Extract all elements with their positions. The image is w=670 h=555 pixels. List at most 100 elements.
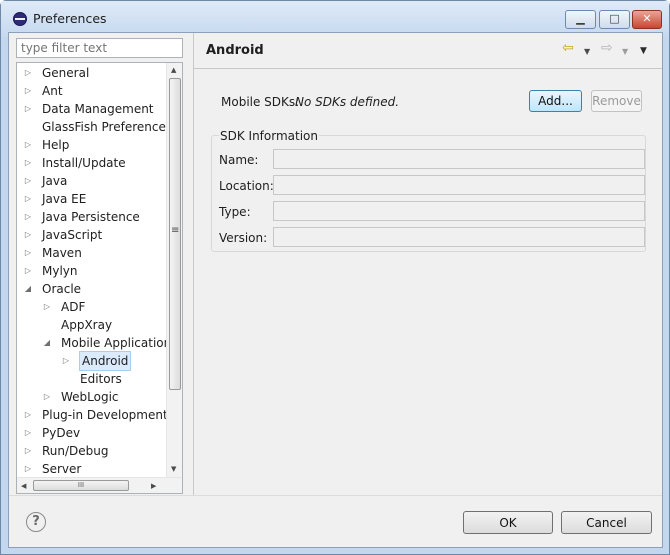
- location-label: Location:: [219, 179, 274, 193]
- tree-item[interactable]: ▷ Java: [17, 172, 167, 190]
- tree-vertical-scrollbar[interactable]: ▲ ≡ ▼: [166, 63, 182, 477]
- type-field[interactable]: [273, 201, 645, 221]
- collapsed-toggle-icon[interactable]: ▷: [23, 64, 33, 82]
- tree-item-label: Plug-in Development: [42, 408, 168, 422]
- tree-horizontal-scrollbar[interactable]: ◀ III ▶: [17, 477, 182, 493]
- tree-horizontal-scroll-thumb[interactable]: III: [33, 480, 129, 491]
- maximize-button[interactable]: □: [599, 10, 630, 29]
- tree-item[interactable]: ▷ Install/Update: [17, 154, 167, 172]
- mobile-sdks-label: Mobile SDKs:: [221, 95, 300, 109]
- tree-item[interactable]: ▷ Data Management: [17, 100, 167, 118]
- tree-item[interactable]: ▷ Android: [17, 351, 167, 371]
- collapsed-toggle-icon[interactable]: ▷: [23, 172, 33, 190]
- collapsed-toggle-icon[interactable]: ▷: [23, 244, 33, 262]
- tree-item[interactable]: ▷ Help: [17, 136, 167, 154]
- collapsed-toggle-icon[interactable]: ▷: [23, 460, 33, 478]
- eclipse-icon: [13, 12, 27, 26]
- tree-item[interactable]: ▷ Run/Debug: [17, 442, 167, 460]
- preference-page: Android ⇦ ▼ ⇨ ▼ ▼ Mobile SDKs: No SDKs d…: [194, 33, 662, 495]
- tree-item[interactable]: ◢ Oracle: [17, 280, 167, 298]
- tree-item-label: WebLogic: [61, 390, 119, 404]
- add-sdk-button[interactable]: Add...: [529, 90, 582, 112]
- collapsed-toggle-icon[interactable]: ▷: [23, 154, 33, 172]
- collapsed-toggle-icon[interactable]: ▷: [23, 136, 33, 154]
- scroll-up-arrow[interactable]: ▲: [171, 66, 176, 74]
- collapsed-toggle-icon[interactable]: ▷: [23, 406, 33, 424]
- view-menu-icon[interactable]: ▼: [640, 43, 647, 59]
- collapsed-toggle-icon[interactable]: ▷: [42, 298, 52, 316]
- collapsed-toggle-icon[interactable]: ▷: [23, 190, 33, 208]
- tree-item-label: ADF: [61, 300, 86, 314]
- collapsed-toggle-icon[interactable]: ▷: [23, 424, 33, 442]
- mobile-sdks-value: No SDKs defined.: [295, 95, 400, 109]
- expanded-toggle-icon[interactable]: ◢: [23, 280, 33, 298]
- close-button[interactable]: ✕: [632, 10, 662, 29]
- type-label: Type:: [219, 205, 251, 219]
- tree-item[interactable]: ▷ General: [17, 64, 167, 82]
- tree-item-label: Maven: [42, 246, 82, 260]
- back-arrow-icon[interactable]: ⇦: [562, 40, 574, 56]
- tree-item-label: JavaScript: [42, 228, 103, 242]
- tree-item-label: Java Persistence: [42, 210, 140, 224]
- minimize-button[interactable]: ▁: [565, 10, 596, 29]
- tree-item[interactable]: AppXray: [17, 316, 167, 334]
- tree-item-label: PyDev: [42, 426, 81, 440]
- tree-item[interactable]: ▷ WebLogic: [17, 388, 167, 406]
- footer-divider: [9, 495, 662, 496]
- forward-arrow-icon[interactable]: ⇨: [601, 40, 613, 56]
- version-field[interactable]: [273, 227, 645, 247]
- tree-item[interactable]: ▷ Java Persistence: [17, 208, 167, 226]
- tree-item[interactable]: ◢ Mobile Application I: [17, 334, 179, 352]
- tree-item[interactable]: ▷ Ant: [17, 82, 167, 100]
- tree-item[interactable]: ▷ Server: [17, 460, 167, 478]
- remove-sdk-button[interactable]: Remove: [591, 90, 642, 112]
- tree-item-label: AppXray: [61, 318, 113, 332]
- location-field[interactable]: [273, 175, 645, 195]
- tree-item[interactable]: ▷ Mylyn: [17, 262, 167, 280]
- collapsed-toggle-icon[interactable]: ▷: [23, 208, 33, 226]
- tree-item-label: Mylyn: [42, 264, 78, 278]
- collapsed-toggle-icon[interactable]: ▷: [23, 100, 33, 118]
- dialog-client-area: ▷ General ▷ Ant ▷ Data Management GlassFish Pr…: [8, 32, 663, 548]
- tree-item-label: Editors: [80, 372, 122, 386]
- tree-item-label: Oracle: [42, 282, 82, 296]
- tree-item-label: Run/Debug: [42, 444, 109, 458]
- ok-button[interactable]: OK: [463, 511, 553, 534]
- collapsed-toggle-icon[interactable]: ▷: [61, 352, 71, 370]
- back-history-dropdown-icon[interactable]: ▼: [584, 44, 590, 60]
- collapsed-toggle-icon[interactable]: ▷: [23, 226, 33, 244]
- tree-item-label: GlassFish Preferences: [42, 120, 173, 134]
- collapsed-toggle-icon[interactable]: ▷: [23, 82, 33, 100]
- name-label: Name:: [219, 153, 259, 167]
- tree-item[interactable]: GlassFish Preferences: [17, 118, 172, 136]
- name-field[interactable]: [273, 149, 645, 169]
- tree-item-label: Ant: [42, 84, 63, 98]
- cancel-button[interactable]: Cancel: [561, 511, 652, 534]
- tree-item[interactable]: ▷ Java EE: [17, 190, 167, 208]
- version-label: Version:: [219, 231, 268, 245]
- tree-item-label: Mobile Application I: [61, 336, 179, 350]
- expanded-toggle-icon[interactable]: ◢: [42, 334, 52, 352]
- collapsed-toggle-icon[interactable]: ▷: [42, 388, 52, 406]
- sdk-information-label: SDK Information: [219, 129, 320, 143]
- tree-item[interactable]: ▷ JavaScript: [17, 226, 167, 244]
- collapsed-toggle-icon[interactable]: ▷: [23, 442, 33, 460]
- preference-tree: ▷ General ▷ Ant ▷ Data Management GlassFish Pr…: [16, 62, 183, 494]
- scroll-down-arrow[interactable]: ▼: [171, 465, 176, 473]
- preferences-window: Preferences ▁ □ ✕ ▷ General ▷ Ant ▷ Data Mana…: [0, 0, 670, 555]
- window-title: Preferences: [33, 11, 107, 26]
- scroll-right-arrow[interactable]: ▶: [151, 482, 156, 490]
- help-icon[interactable]: ?: [26, 512, 46, 532]
- filter-input[interactable]: [16, 38, 183, 58]
- tree-item[interactable]: ▷ ADF: [17, 298, 167, 316]
- tree-item[interactable]: ▷ Maven: [17, 244, 167, 262]
- tree-vertical-scroll-thumb[interactable]: ≡: [169, 78, 181, 390]
- collapsed-toggle-icon[interactable]: ▷: [23, 262, 33, 280]
- tree-item-label: Help: [42, 138, 70, 152]
- tree-item[interactable]: Editors: [17, 370, 167, 388]
- forward-history-dropdown-icon[interactable]: ▼: [622, 44, 628, 60]
- scroll-left-arrow[interactable]: ◀: [21, 482, 26, 490]
- tree-item[interactable]: ▷ PyDev: [17, 424, 167, 442]
- tree-item[interactable]: ▷ Plug-in Development: [17, 406, 168, 424]
- tree-item-label: Android: [78, 351, 132, 371]
